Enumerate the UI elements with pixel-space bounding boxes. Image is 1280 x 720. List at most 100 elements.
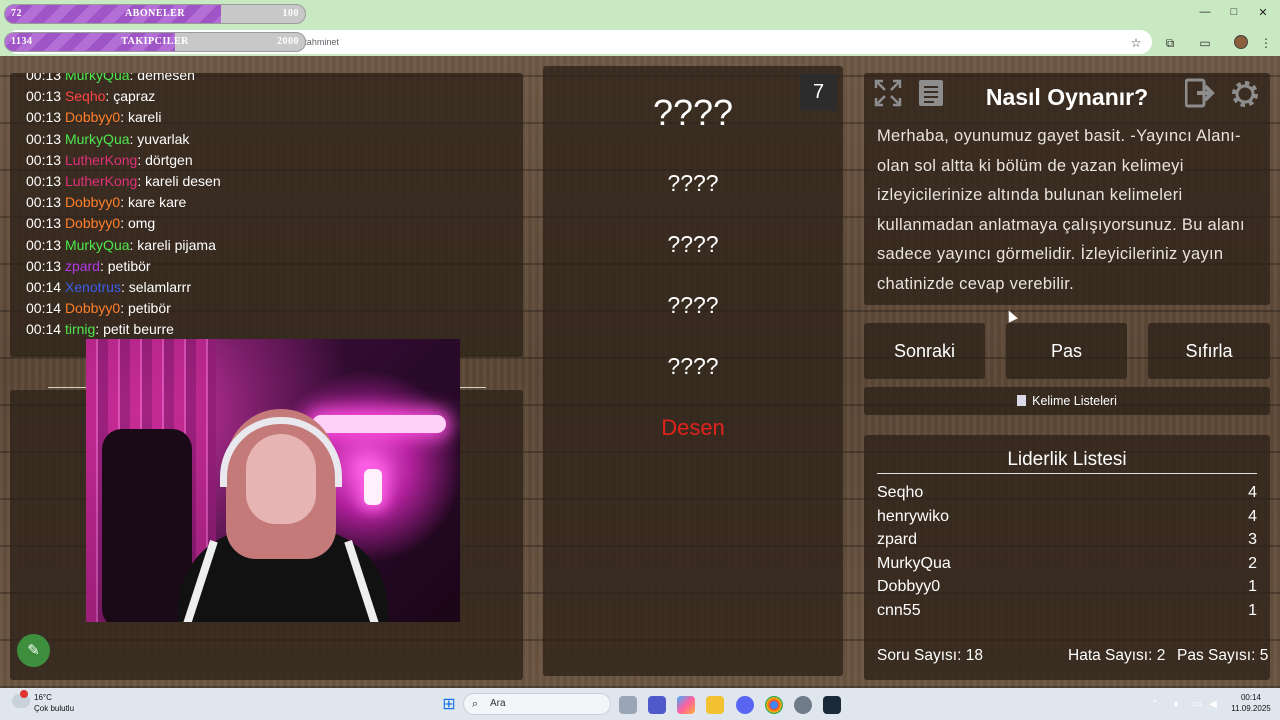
chat-text: petibör xyxy=(107,257,151,274)
chat-text: kareli desen xyxy=(145,173,221,189)
microphone-tray-icon[interactable]: ♦ xyxy=(1167,696,1185,714)
subscribers-label: ABONELER xyxy=(124,8,186,19)
taskbar-clock[interactable]: 00:14 11.09.2025 xyxy=(1226,692,1276,714)
leaderboard-score: 2 xyxy=(1248,554,1257,572)
microphone-button[interactable]: ✎ xyxy=(17,634,50,667)
chat-username[interactable]: LutherKong xyxy=(65,173,137,189)
leaderboard-name: henrywiko xyxy=(877,507,950,525)
search-placeholder: Ara xyxy=(490,698,506,709)
leaderboard-name: zpard xyxy=(877,531,918,549)
gear-icon[interactable] xyxy=(1228,78,1262,112)
leaderboard-divider xyxy=(877,473,1257,474)
chat-text: kare kare xyxy=(127,194,187,211)
chat-username[interactable]: MurkyQua xyxy=(65,131,130,147)
chat-username[interactable]: Dobbyy0 xyxy=(65,215,120,231)
chat-text: petibör xyxy=(127,300,171,317)
chat-text: petit beurre xyxy=(103,321,174,338)
chat-username[interactable]: Dobbyy0 xyxy=(65,300,120,316)
fullscreen-icon[interactable] xyxy=(871,78,905,112)
leaderboard-score: 1 xyxy=(1248,602,1257,619)
chat-message: 00:14 Dobbyy0: petibör xyxy=(26,300,171,317)
hidden-target-word: ???? xyxy=(652,92,734,133)
bookmark-star-icon[interactable]: ☆ xyxy=(1128,35,1144,51)
followers-label: TAKIPCILER xyxy=(121,36,189,47)
question-count: Soru Sayısı: 18 xyxy=(877,647,983,664)
neon-light xyxy=(364,469,382,505)
taskbar-search[interactable]: ⌕ Ara xyxy=(463,693,611,715)
steam-icon[interactable] xyxy=(823,696,841,714)
chat-message: 00:13 LutherKong: dörtgen xyxy=(26,151,193,168)
chat-username[interactable]: MurkyQua xyxy=(65,73,130,83)
chat-message: 00:14 tirnig: petit beurre xyxy=(26,321,174,338)
volume-icon[interactable]: ◀ xyxy=(1204,696,1222,714)
chat-username[interactable]: Dobbyy0 xyxy=(65,194,120,210)
teams-icon[interactable] xyxy=(648,696,666,714)
chat-username[interactable]: LutherKong xyxy=(65,152,137,168)
chat-text: kareli xyxy=(127,109,162,126)
leaderboard-name: Dobbyy0 xyxy=(877,578,941,596)
browser-menu-icon[interactable]: ⋮ xyxy=(1258,35,1274,51)
extensions-icon[interactable]: ⧉ xyxy=(1162,35,1178,51)
pass-count: Pas Sayısı: 5 xyxy=(1177,647,1269,664)
neon-sign xyxy=(312,415,446,433)
subscribers-goal-bar: 72 ABONELER 100 xyxy=(4,4,306,24)
next-button[interactable]: Sonraki xyxy=(864,323,985,379)
leaderboard-name: MurkyQua xyxy=(877,554,951,572)
file-explorer-icon[interactable] xyxy=(706,696,724,714)
chat-timestamp: 00:13 xyxy=(26,109,62,126)
chat-message: 00:14 Xenotrus: selamlarrr xyxy=(26,279,191,295)
clock-date: 11.09.2025 xyxy=(1231,704,1271,713)
chat-message: 00:13 MurkyQua: kareli pijama xyxy=(26,236,216,253)
chat-message: 00:13 Dobbyy0: kareli xyxy=(26,109,162,126)
chat-panel: 00:13 MurkyQua: demesen 00:13 Seqho: çapr… xyxy=(10,73,523,357)
chat-text: kareli pijama xyxy=(137,236,216,253)
weather-desc: Çok bulutlu xyxy=(34,704,75,713)
chat-timestamp: 00:13 xyxy=(26,173,62,189)
reset-button[interactable]: Sıfırla xyxy=(1148,323,1270,379)
app-icon[interactable] xyxy=(794,696,812,714)
chat-text: yuvarlak xyxy=(137,130,190,147)
weather-temp: 16°C xyxy=(34,693,52,702)
chat-text: omg xyxy=(127,215,156,232)
maximize-button[interactable]: □ xyxy=(1225,6,1243,18)
pass-button[interactable]: Pas xyxy=(1006,323,1127,379)
chat-username[interactable]: MurkyQua xyxy=(65,237,130,253)
exit-icon[interactable] xyxy=(1184,78,1218,112)
leaderboard-name: cnn55 xyxy=(877,602,921,619)
copilot-icon[interactable] xyxy=(677,696,695,714)
chat-timestamp: 00:13 xyxy=(26,151,62,168)
search-icon: ⌕ xyxy=(472,698,479,710)
minimize-button[interactable]: — xyxy=(1196,6,1214,18)
reading-list-icon[interactable]: ▭ xyxy=(1197,35,1213,51)
chat-message: 00:13 LutherKong: kareli desen xyxy=(26,173,221,189)
discord-icon[interactable] xyxy=(736,696,754,714)
close-window-button[interactable]: ✕ xyxy=(1254,6,1272,19)
chat-timestamp: 00:13 xyxy=(26,88,62,105)
word-lists-button[interactable]: Kelime Listeleri xyxy=(864,387,1270,415)
chat-username[interactable]: Seqho xyxy=(65,88,105,104)
chat-timestamp: 00:13 xyxy=(26,215,62,232)
leaderboard-row: Dobbyy0 1 xyxy=(877,578,1257,596)
profile-avatar[interactable] xyxy=(1234,35,1248,49)
chat-username[interactable]: tirnig xyxy=(65,321,95,337)
weather-widget[interactable]: 16°C Çok bulutlu xyxy=(12,690,75,714)
word-lists-label: Kelime Listeleri xyxy=(1032,394,1117,408)
windows-taskbar xyxy=(0,688,1280,720)
chat-username[interactable]: zpard xyxy=(65,258,100,274)
chat-text: selamlarrr xyxy=(128,279,191,295)
tray-chevron-icon[interactable]: ⌃ xyxy=(1146,696,1164,714)
task-view-icon[interactable] xyxy=(619,696,637,714)
chrome-icon[interactable] xyxy=(765,696,783,714)
leaderboard-name: Seqho xyxy=(877,484,924,501)
hidden-taboo-word: ???? xyxy=(667,292,719,318)
windows-start-icon[interactable]: ⊞ xyxy=(440,696,458,714)
webcam-video xyxy=(86,339,460,622)
chat-timestamp: 00:13 xyxy=(26,194,62,211)
chat-username[interactable]: Xenotrus xyxy=(65,279,121,295)
chat-username[interactable]: Dobbyy0 xyxy=(65,109,120,125)
notes-icon[interactable] xyxy=(914,78,948,112)
chat-timestamp: 00:14 xyxy=(26,321,62,338)
leaderboard-title: Liderlik Listesi xyxy=(1007,449,1127,470)
error-count: Hata Sayısı: 2 xyxy=(1068,647,1166,664)
webcam-divider xyxy=(460,387,486,388)
